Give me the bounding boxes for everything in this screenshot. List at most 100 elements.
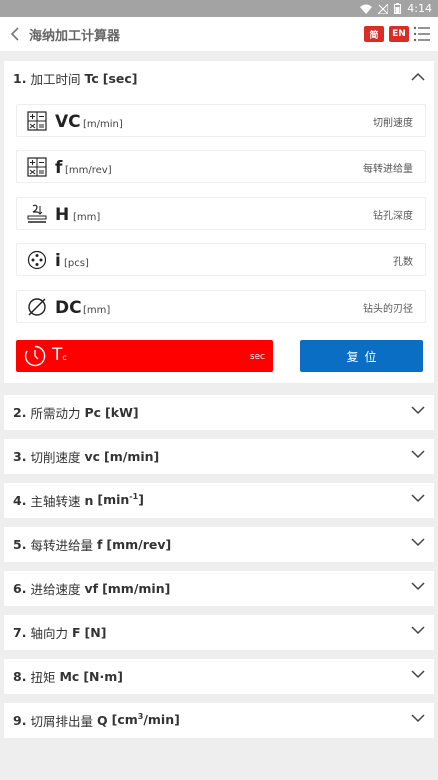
- field-feed-per-rev[interactable]: f [mm/rev] 每转进给量: [16, 150, 426, 183]
- section-unit: [m/min]: [104, 448, 160, 464]
- section-symbol: Q: [96, 712, 108, 728]
- field-unit: [mm/rev]: [65, 165, 112, 176]
- field-symbol: DC: [55, 298, 82, 318]
- field-cutting-speed[interactable]: VC [m/min] 切削速度: [16, 104, 426, 137]
- chevron-left-icon: [10, 27, 19, 41]
- result-symbol: T: [52, 345, 63, 365]
- section-unit: [mm/rev]: [106, 536, 172, 552]
- chevron-down-icon: [411, 494, 425, 503]
- field-label: 切削速度: [373, 118, 413, 129]
- result-subscript: c: [62, 353, 67, 362]
- section-number: 5.: [13, 536, 27, 552]
- section-unit: [N]: [84, 624, 107, 640]
- section-feed-rate[interactable]: 6. 进给速度 vf [mm/min]: [4, 571, 434, 606]
- lang-en-button[interactable]: EN: [389, 26, 409, 42]
- section-number: 2.: [13, 404, 27, 420]
- section-spindle-speed[interactable]: 4. 主轴转速 n [min-1]: [4, 483, 434, 518]
- chevron-down-icon: [411, 406, 425, 415]
- section-torque[interactable]: 8. 扭矩 Mc [N·m]: [4, 659, 434, 694]
- unit-text: [cm: [111, 712, 138, 728]
- field-symbol: f: [55, 158, 63, 178]
- section-chip-removal[interactable]: 9. 切屑排出量 Q [cm3/min]: [4, 703, 434, 738]
- section-number: 3.: [13, 448, 27, 464]
- battery-icon: [394, 3, 402, 14]
- timer-icon: [24, 345, 46, 367]
- section-label: 加工时间: [30, 71, 81, 87]
- wifi-icon: [360, 4, 373, 14]
- field-hole-count[interactable]: i [pcs] 孔数: [16, 243, 426, 276]
- chevron-up-icon: [411, 72, 425, 81]
- section-symbol: Pc: [84, 404, 102, 420]
- section-power[interactable]: 2. 所需动力 Pc [kW]: [4, 395, 434, 430]
- section-thrust-force[interactable]: 7. 轴向力 F [N]: [4, 615, 434, 650]
- section-header: 8. 扭矩 Mc [N·m]: [4, 659, 434, 693]
- section-unit: [N·m]: [83, 668, 123, 684]
- chevron-down-icon: [411, 582, 425, 591]
- chevron-down-icon: [411, 714, 425, 723]
- section-unit: [min-1]: [97, 492, 144, 507]
- unit-text: [min: [97, 492, 130, 508]
- holes-icon: [27, 250, 47, 270]
- section-header: 5. 每转进给量 f [mm/rev]: [4, 527, 434, 561]
- field-label: 孔数: [393, 257, 413, 268]
- section-symbol: vc: [84, 448, 101, 464]
- status-time: 4:14: [407, 2, 432, 15]
- menu-list-icon[interactable]: [413, 26, 431, 42]
- result-time-display: Tc sec: [16, 340, 273, 372]
- unit-superscript: -1: [129, 492, 139, 502]
- section-symbol: F: [71, 624, 81, 640]
- section-unit: [sec]: [102, 70, 138, 86]
- field-label: 钻头的刃径: [363, 304, 413, 315]
- section-label: 扭矩: [30, 669, 56, 685]
- section-label: 进给速度: [30, 581, 81, 597]
- section-header: 4. 主轴转速 n [min-1]: [4, 483, 434, 517]
- field-unit: [mm]: [83, 305, 111, 316]
- section-header: 3. 切削速度 vc [m/min]: [4, 439, 434, 473]
- section-header: 6. 进给速度 vf [mm/min]: [4, 571, 434, 605]
- section-symbol: f: [96, 536, 103, 552]
- field-unit: [m/min]: [83, 119, 123, 130]
- field-drill-diameter[interactable]: DC [mm] 钻头的刃径: [16, 290, 426, 323]
- section-feed-per-rev[interactable]: 5. 每转进给量 f [mm/rev]: [4, 527, 434, 562]
- section-unit: [kW]: [105, 404, 139, 420]
- field-drill-depth[interactable]: H [mm] 钻孔深度: [16, 197, 426, 230]
- section-cutting-speed[interactable]: 3. 切削速度 vc [m/min]: [4, 439, 434, 474]
- no-signal-icon: [378, 3, 389, 14]
- field-unit: [mm]: [73, 212, 101, 223]
- chevron-down-icon: [411, 626, 425, 635]
- section-label: 轴向力: [30, 625, 68, 641]
- section-label: 所需动力: [30, 405, 81, 421]
- section-header: 9. 切屑排出量 Q [cm3/min]: [4, 703, 434, 737]
- field-unit: [pcs]: [64, 258, 89, 269]
- section-number: 8.: [13, 668, 27, 684]
- app-title: 海纳加工计算器: [29, 28, 121, 44]
- section-unit: [mm/min]: [102, 580, 171, 596]
- section-header[interactable]: 1. 加工时间 Tc [sec]: [4, 61, 434, 95]
- result-unit: sec: [249, 352, 265, 362]
- section-number: 9.: [13, 712, 27, 728]
- section-header: 2. 所需动力 Pc [kW]: [4, 395, 434, 429]
- section-symbol: Mc: [59, 668, 80, 684]
- back-button[interactable]: [3, 17, 27, 51]
- section-symbol: Tc: [84, 70, 99, 86]
- lang-cn-button[interactable]: 简: [364, 26, 384, 42]
- section-label: 切削速度: [30, 449, 81, 465]
- chevron-down-icon: [411, 450, 425, 459]
- result-label: Tc: [52, 345, 67, 365]
- unit-text-end: ]: [138, 492, 144, 508]
- section-label: 切屑排出量: [30, 713, 93, 729]
- diameter-icon: [28, 298, 46, 316]
- chevron-down-icon: [411, 538, 425, 547]
- reset-button[interactable]: 复位: [300, 340, 423, 372]
- app-bar: 海纳加工计算器 简 EN: [0, 17, 438, 51]
- status-bar: 4:14: [0, 0, 438, 17]
- section-symbol: n: [84, 492, 94, 508]
- section-number: 4.: [13, 492, 27, 508]
- field-label: 每转进给量: [363, 164, 413, 175]
- section-number: 1.: [13, 70, 27, 86]
- section-unit: [cm3/min]: [112, 712, 180, 727]
- section-number: 7.: [13, 624, 27, 640]
- drill-depth-icon: [27, 204, 47, 223]
- section-header: 7. 轴向力 F [N]: [4, 615, 434, 649]
- field-symbol: VC: [55, 112, 81, 132]
